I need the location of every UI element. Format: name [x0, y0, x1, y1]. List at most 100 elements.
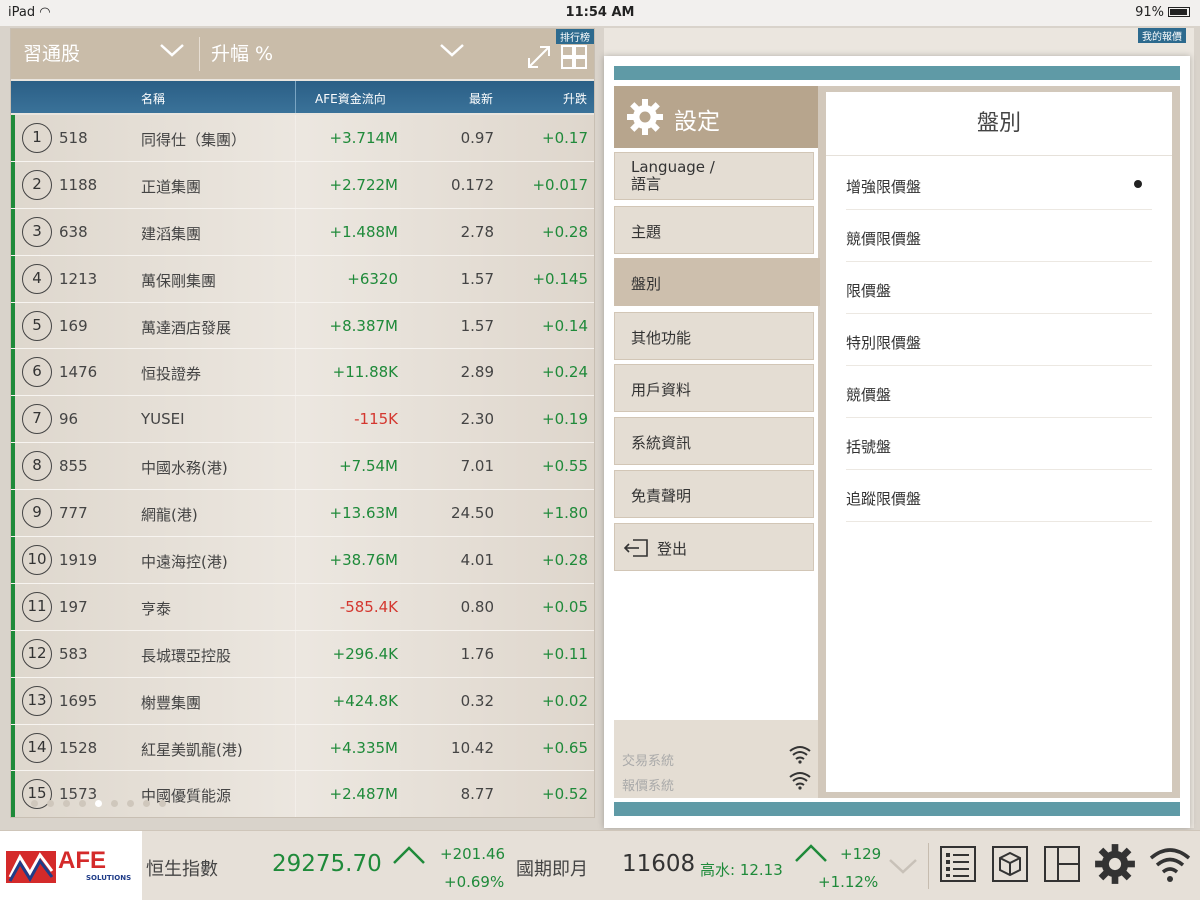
- table-row[interactable]: 14 1528 紅星美凱龍(港) +4.335M 10.42 +0.65: [11, 724, 594, 772]
- grid-icon[interactable]: [560, 44, 588, 70]
- option-auction-limit[interactable]: 競價限價盤: [846, 210, 1152, 262]
- rank-badge: 6: [22, 357, 52, 388]
- price-change: +0.145: [532, 269, 588, 288]
- table-row[interactable]: 15 1573 中國優質能源 +2.487M 8.77 +0.52: [11, 771, 594, 817]
- stock-name: 長城環亞控股: [141, 646, 232, 665]
- last-price: 8.77: [460, 785, 494, 804]
- table-row[interactable]: 7 96 YUSEI -115K 2.30 +0.19: [11, 396, 594, 444]
- table-row[interactable]: 5 169 萬達酒店發展 +8.387M 1.57 +0.14: [11, 302, 594, 350]
- price-change: +0.11: [542, 644, 588, 663]
- battery-percent: 91%: [1135, 5, 1164, 20]
- last-price: 7.01: [460, 457, 494, 476]
- stock-code: 1695: [59, 691, 98, 710]
- last-price: 1.57: [460, 269, 494, 288]
- stock-code: 197: [59, 597, 88, 616]
- quote-system-label: 報價系統: [622, 779, 675, 794]
- list-icon[interactable]: [938, 844, 978, 884]
- index-label[interactable]: 恒生指數: [146, 855, 218, 881]
- futures-value: 11608: [622, 851, 696, 877]
- chevron-down-icon[interactable]: [439, 43, 465, 57]
- menu-item-label: 盤別: [631, 275, 662, 293]
- fund-flow: +2.487M: [329, 785, 398, 804]
- chevron-down-icon[interactable]: [888, 857, 918, 875]
- futures-label[interactable]: 國期即月: [516, 855, 588, 881]
- option-special-limit[interactable]: 特別限價盤: [846, 314, 1152, 366]
- table-row[interactable]: 6 1476 恒投證券 +11.88K 2.89 +0.24: [11, 349, 594, 397]
- option-trailing-limit[interactable]: 追蹤限價盤: [846, 470, 1152, 522]
- menu-item-theme[interactable]: 主題: [614, 206, 814, 254]
- logout-icon: [623, 539, 648, 557]
- option-enhanced-limit[interactable]: 增強限價盤: [846, 158, 1152, 210]
- row-indicator: [11, 349, 15, 396]
- option-limit[interactable]: 限價盤: [846, 262, 1152, 314]
- option-auction[interactable]: 競價盤: [846, 366, 1152, 418]
- fund-flow: +8.387M: [329, 316, 398, 335]
- layout-icon[interactable]: [1042, 844, 1082, 884]
- menu-item-user-info[interactable]: 用戶資料: [614, 364, 814, 412]
- bottom-ticker-bar: AFE SOLUTIONS 恒生指數 29275.70 +201.46 +0.6…: [0, 830, 1200, 900]
- table-row[interactable]: 4 1213 萬保剛集團 +6320 1.57 +0.145: [11, 255, 594, 303]
- option-label: 括號盤: [846, 438, 892, 456]
- menu-item-logout[interactable]: 登出: [614, 523, 814, 571]
- table-row[interactable]: 10 1919 中遠海控(港) +38.76M 4.01 +0.28: [11, 537, 594, 584]
- row-indicator: [11, 771, 15, 817]
- option-bracket[interactable]: 括號盤: [846, 418, 1152, 470]
- sort-dropdown[interactable]: 升幅 %: [211, 39, 273, 66]
- table-row[interactable]: 1 518 同得仕（集團） +3.714M 0.97 +0.17: [11, 115, 594, 162]
- last-price: 10.42: [451, 738, 494, 757]
- selected-dot-icon: [1134, 180, 1142, 188]
- menu-item-disclaimer[interactable]: 免責聲明: [614, 470, 814, 518]
- menu-item-order-type[interactable]: 盤別: [614, 258, 820, 306]
- futures-premium: 高水: 12.13: [700, 861, 783, 879]
- stock-code: 96: [59, 410, 79, 429]
- menu-item-system-info[interactable]: 系統資訊: [614, 417, 814, 465]
- rank-badge: 14: [22, 732, 52, 763]
- last-price: 2.30: [460, 410, 494, 429]
- col-flow[interactable]: AFE資金流向: [315, 90, 386, 107]
- fund-flow: +4.335M: [329, 738, 398, 757]
- panel-tag: 排行榜: [556, 29, 594, 44]
- col-price[interactable]: 最新: [469, 90, 493, 107]
- row-indicator: [11, 396, 15, 443]
- menu-item-label: Language / 語言: [631, 158, 715, 193]
- cube-icon[interactable]: [990, 844, 1030, 884]
- clock: 11:54 AM: [565, 5, 635, 20]
- wifi-icon[interactable]: [1148, 844, 1192, 884]
- chevron-down-icon[interactable]: [159, 43, 185, 57]
- col-change[interactable]: 升跌: [563, 90, 587, 107]
- last-price: 2.89: [460, 363, 494, 382]
- table-row[interactable]: 9 777 網龍(港) +13.63M 24.50 +1.80: [11, 490, 594, 538]
- row-indicator: [11, 208, 15, 255]
- fund-flow: +1.488M: [329, 222, 398, 241]
- page-indicator[interactable]: [31, 800, 166, 807]
- col-name[interactable]: 名稱: [141, 90, 165, 107]
- rank-badge: 1: [22, 123, 52, 153]
- fund-flow: +296.4K: [332, 644, 398, 663]
- toolbar: [938, 843, 1192, 885]
- settings-gear-icon[interactable]: [1094, 843, 1136, 885]
- price-change: +0.017: [532, 175, 588, 194]
- table-row[interactable]: 3 638 建滔集團 +1.488M 2.78 +0.28: [11, 208, 594, 256]
- price-change: +0.05: [542, 597, 588, 616]
- stock-name: 榭豐集團: [141, 693, 202, 712]
- table-row[interactable]: 12 583 長城環亞控股 +296.4K 1.76 +0.11: [11, 630, 594, 678]
- rank-badge: 4: [22, 263, 52, 294]
- table-row[interactable]: 11 197 亨泰 -585.4K 0.80 +0.05: [11, 583, 594, 631]
- menu-item-label: 登出: [657, 540, 688, 558]
- menu-item-language[interactable]: Language / 語言: [614, 152, 814, 200]
- gear-icon: [627, 99, 663, 135]
- table-row[interactable]: 8 855 中國水務(港) +7.54M 7.01 +0.55: [11, 443, 594, 491]
- wifi-icon: [789, 746, 811, 764]
- stock-code: 1188: [59, 175, 98, 194]
- stock-code: 638: [59, 222, 88, 241]
- menu-item-other-functions[interactable]: 其他功能: [614, 312, 814, 360]
- fund-flow: +13.63M: [329, 504, 398, 523]
- stock-code: 518: [59, 129, 88, 147]
- expand-icon[interactable]: [526, 44, 552, 70]
- row-indicator: [11, 255, 15, 302]
- market-dropdown[interactable]: 習通股: [23, 39, 80, 66]
- last-price: 1.57: [460, 316, 494, 335]
- table-row[interactable]: 2 1188 正道集團 +2.722M 0.172 +0.017: [11, 161, 594, 209]
- settings-header: 設定: [614, 86, 818, 148]
- table-row[interactable]: 13 1695 榭豐集團 +424.8K 0.32 +0.02: [11, 677, 594, 725]
